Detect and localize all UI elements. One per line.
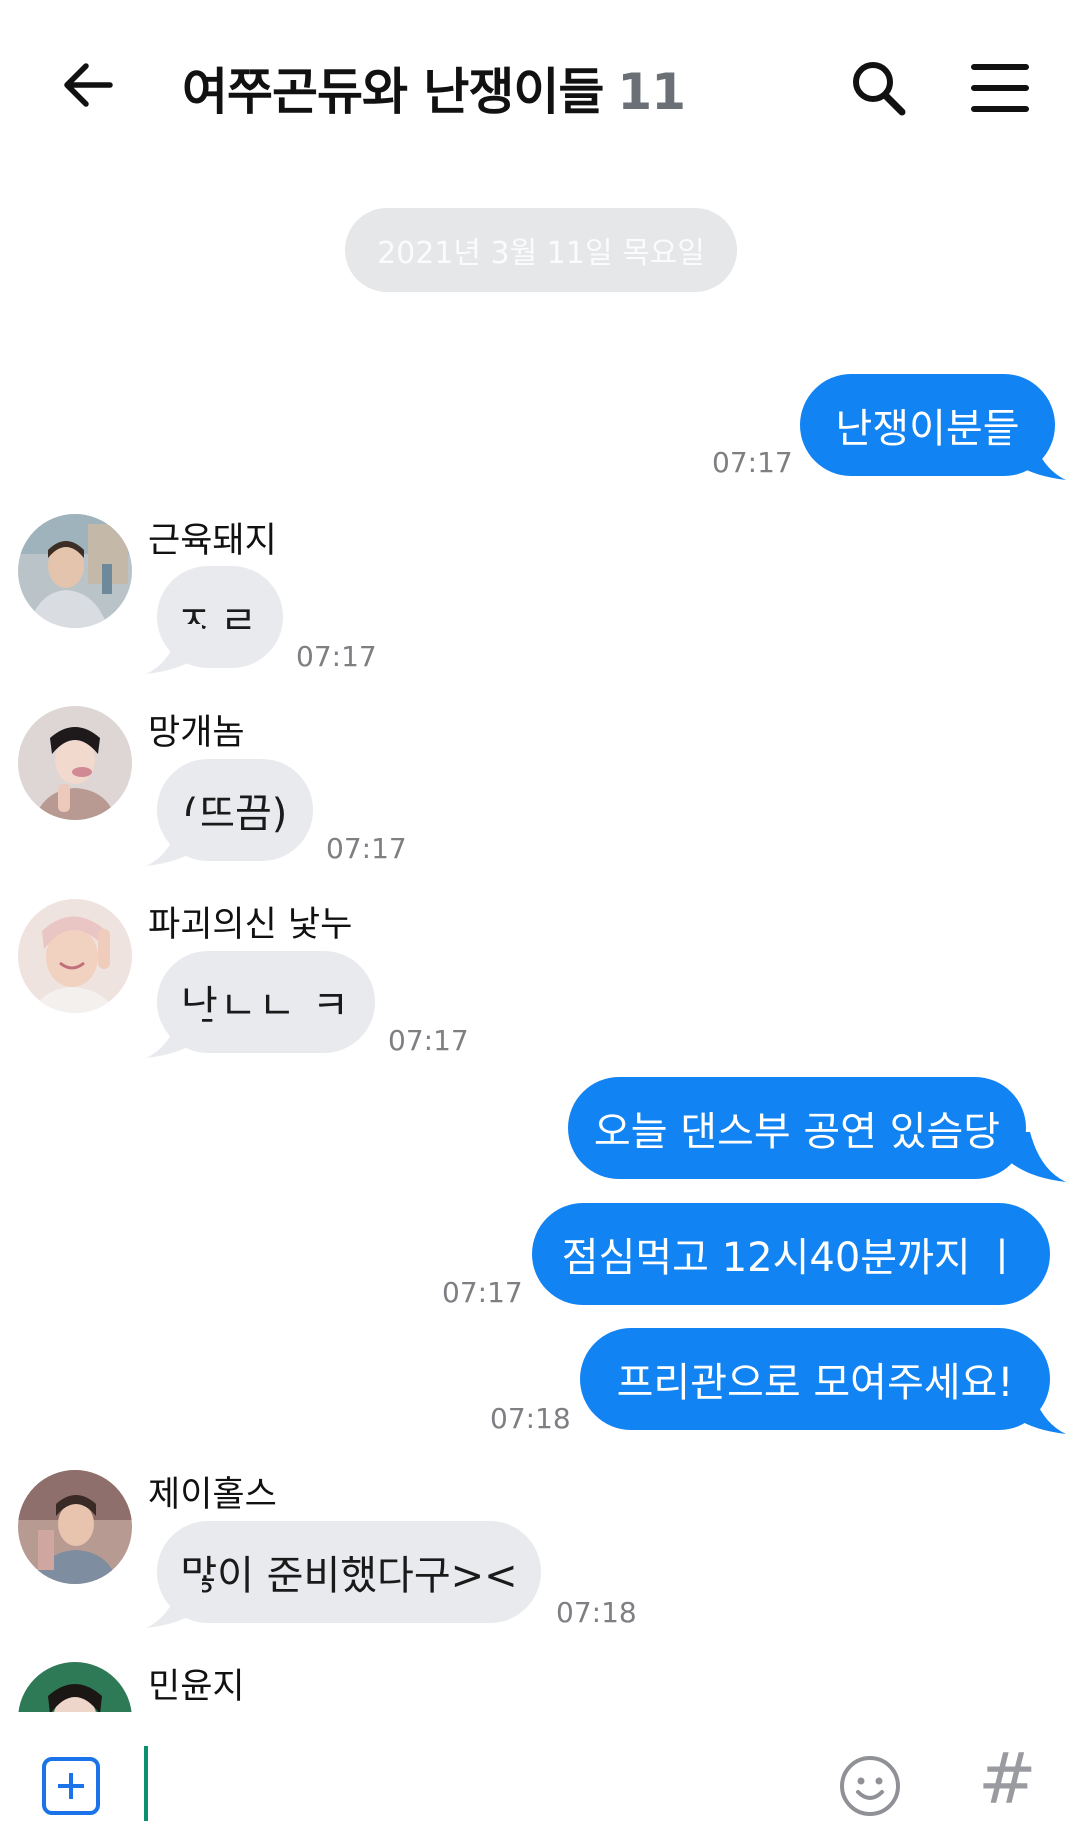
outgoing-message-bubble[interactable]: 오늘 댄스부 공연 있슴당: [568, 1077, 1026, 1179]
message-time: 07:17: [326, 832, 407, 865]
avatar[interactable]: [18, 1470, 132, 1584]
message-time: 07:17: [296, 640, 377, 673]
bubble-tail: [1010, 430, 1066, 480]
hashtag-icon[interactable]: #: [978, 1744, 1037, 1814]
avatar[interactable]: [18, 899, 132, 1013]
chat-header: 여쭈곤듀와 난쟁이들 11: [0, 0, 1080, 170]
chat-title: 여쭈곤듀와 난쟁이들 11: [182, 52, 686, 124]
bubble-tail: [146, 1578, 202, 1628]
member-count: 11: [617, 63, 686, 121]
message-time: 07:18: [556, 1596, 637, 1629]
bubble-tail: [1010, 1384, 1066, 1434]
bubble-tail: [146, 624, 202, 674]
sender-name: 근육돼지: [148, 521, 277, 561]
outgoing-message-bubble[interactable]: 점심먹고 12시40분까지 ㅣ: [532, 1203, 1050, 1305]
sender-name: 파괴의신 낯누: [148, 905, 353, 945]
message-input[interactable]: [156, 1742, 800, 1828]
text-cursor: [144, 1746, 148, 1821]
bubble-tail: [146, 816, 202, 866]
sender-name: 민윤지: [148, 1667, 245, 1707]
message-time: 07:17: [442, 1276, 523, 1309]
search-icon[interactable]: [848, 58, 908, 118]
message-time: 07:17: [712, 446, 793, 479]
bubble-tail: [1010, 1132, 1066, 1182]
bubble-tail: [146, 1008, 202, 1058]
plus-icon[interactable]: [42, 1757, 100, 1815]
avatar[interactable]: [18, 514, 132, 628]
incoming-message-bubble[interactable]: 많이 준비했다구><: [157, 1521, 541, 1623]
message-time: 07:18: [490, 1402, 571, 1435]
sender-name: 제이홀스: [148, 1475, 277, 1515]
message-time: 07:17: [388, 1024, 469, 1057]
back-arrow-icon[interactable]: [58, 55, 118, 115]
hamburger-menu-icon[interactable]: [970, 58, 1030, 118]
emoji-icon[interactable]: [838, 1754, 902, 1818]
room-name: 여쭈곤듀와 난쟁이들: [182, 63, 604, 121]
date-divider: 2021년 3월 11일 목요일: [345, 208, 737, 292]
outgoing-message-bubble[interactable]: 프리관으로 모여주세요!: [580, 1328, 1050, 1430]
avatar[interactable]: [18, 706, 132, 820]
sender-name: 망개놈: [148, 713, 245, 753]
